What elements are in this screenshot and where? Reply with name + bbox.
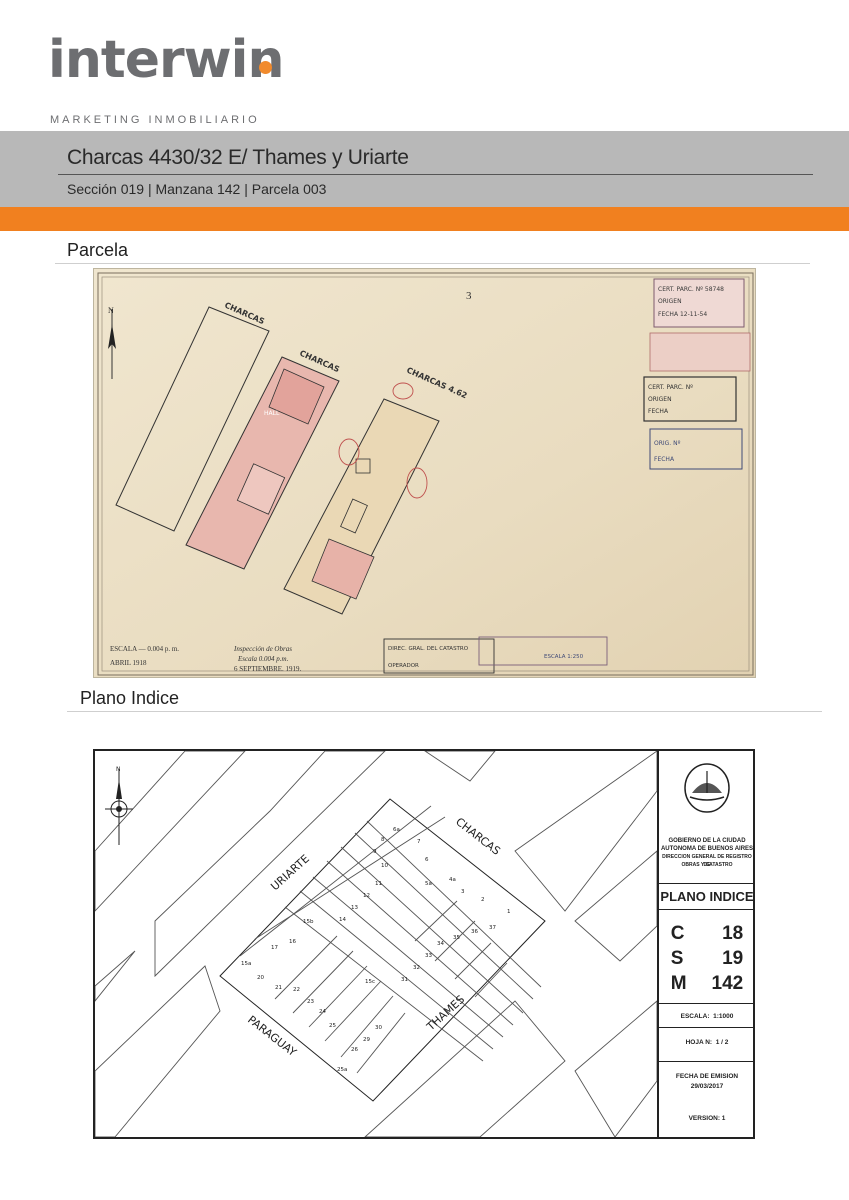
lot-label: 17	[271, 945, 278, 951]
lot-label: 1	[507, 909, 511, 915]
lot-label: 20	[257, 975, 264, 981]
lot-label: 2	[481, 897, 485, 903]
code-row: M 142	[670, 973, 744, 994]
lot-label: 10	[381, 863, 388, 869]
plan-inspection: Inspección de Obras	[233, 645, 292, 653]
divider	[659, 909, 755, 910]
header-divider	[58, 174, 813, 175]
version-label: VERSION: 1	[688, 1115, 726, 1122]
code-row: S 19	[670, 948, 744, 969]
hoja-row: HOJA N: 1 / 2	[685, 1039, 729, 1046]
section-divider	[55, 263, 810, 264]
lot-label: 26	[351, 1047, 358, 1053]
company-logo: interwin MARKETING INMOBILIARIO	[48, 30, 284, 126]
divider	[659, 1003, 755, 1004]
svg-text:ORIGEN: ORIGEN	[648, 396, 672, 403]
lot-label: 9	[373, 849, 377, 855]
plan-date: ABRIL 1918	[110, 659, 147, 667]
plan-title: PLANO INDICE	[660, 889, 754, 904]
lot-label: 14	[339, 917, 346, 923]
lot-label: 31	[401, 977, 408, 983]
svg-text:FECHA 12-11-54: FECHA 12-11-54	[658, 311, 707, 318]
divider	[659, 1061, 755, 1062]
parcel-plan-image: N CHARCAS CHARCAS CHARCAS 4.62 HALL 3 CE…	[93, 268, 756, 678]
section-title-parcela: Parcela	[67, 240, 129, 260]
property-cadastral: Sección 019 | Manzana 142 | Parcela 003	[67, 181, 327, 197]
lot-label: 15b	[303, 919, 314, 925]
lot-label: 33	[425, 953, 432, 959]
svg-text:ESCALA 1:250: ESCALA 1:250	[544, 654, 584, 660]
lot-label: 6a	[393, 827, 400, 833]
svg-text:FECHA: FECHA	[654, 456, 675, 463]
lot-label: 8	[381, 837, 385, 843]
escala-row: ESCALA: 1:1000	[680, 1013, 734, 1020]
lot-label: 21	[275, 985, 282, 991]
city-seal-icon	[659, 763, 755, 818]
lot-label: 15c	[365, 979, 375, 985]
lot-label: 29	[363, 1037, 370, 1043]
lot-label: 34	[437, 941, 444, 947]
gov-line-4: OBRAS Y CATASTRO	[681, 862, 733, 868]
logo-tagline: MARKETING INMOBILIARIO	[50, 114, 260, 126]
property-title: Charcas 4430/32 E/ Thames y Uriarte	[67, 146, 409, 169]
lot-label: 32	[413, 965, 420, 971]
svg-text:CERT. PARC. Nº 58748: CERT. PARC. Nº 58748	[658, 286, 724, 293]
lot-label: 24	[319, 1009, 326, 1015]
plan-scale: ESCALA — 0.004 p. m.	[110, 645, 179, 653]
lot-label: 4a	[449, 877, 456, 883]
section-divider	[67, 711, 822, 712]
lot-label: 36	[471, 929, 478, 935]
svg-text:OPERADOR: OPERADOR	[388, 663, 419, 669]
plano-indice-map: N URIARTE CHARCAS THAMES PARAGUAY 6a 7 8…	[93, 749, 755, 1139]
plan-inspection-scale: Escala 0.004 p.m.	[237, 655, 289, 663]
lot-label: 12	[363, 893, 370, 899]
north-label: N	[116, 766, 121, 773]
plan-inspection-date: 6 SEPTIEMBRE. 1919.	[234, 665, 302, 673]
fecha-value: 29/03/2017	[690, 1083, 724, 1090]
lot-label: 3	[461, 889, 465, 895]
plan-page-mark: 3	[466, 290, 472, 302]
lot-label: 5a	[425, 881, 432, 887]
lot-label: 22	[293, 987, 300, 993]
gov-line-1: GOBIERNO DE LA CIUDAD	[668, 838, 746, 844]
lot-label: 25a	[337, 1067, 347, 1073]
lot-label: 13	[351, 905, 358, 911]
lot-label: 6	[425, 857, 429, 863]
lot-label: 30	[375, 1025, 382, 1031]
svg-text:ORIG. Nº: ORIG. Nº	[654, 440, 681, 447]
divider	[659, 1027, 755, 1028]
cert-stamp-1: CERT. PARC. Nº 58748 ORIGEN FECHA 12-11-…	[653, 278, 745, 328]
lot-label: 16	[289, 939, 296, 945]
section-title-plano-indice: Plano Indice	[80, 688, 180, 708]
lot-label: 11	[375, 881, 382, 887]
logo-wordmark: interwin	[48, 30, 284, 90]
fecha-label: FECHA DE EMISION	[675, 1073, 739, 1080]
lot-label: 25	[329, 1023, 336, 1029]
accent-bar	[0, 207, 849, 231]
lot-label: 35	[453, 935, 460, 941]
lot-label: 15a	[241, 961, 251, 967]
svg-text:CERT. PARC. Nº: CERT. PARC. Nº	[648, 384, 693, 391]
svg-text:N: N	[108, 306, 114, 315]
plan-hall-label: HALL	[264, 410, 280, 417]
divider	[659, 883, 755, 884]
lot-label: 23	[307, 999, 314, 1005]
svg-text:FECHA: FECHA	[648, 408, 669, 415]
code-row: C 18	[670, 923, 744, 944]
plan-info-panel: GOBIERNO DE LA CIUDAD AUTONOMA DE BUENOS…	[657, 749, 755, 1139]
svg-text:ORIGEN: ORIGEN	[658, 298, 682, 305]
lot-label: 37	[489, 925, 496, 931]
lot-label: 7	[417, 839, 421, 845]
svg-text:DIREC. GRAL. DEL CATASTRO: DIREC. GRAL. DEL CATASTRO	[388, 646, 469, 652]
gov-line-2: AUTONOMA DE BUENOS AIRES	[660, 846, 754, 852]
logo-dot-icon	[259, 61, 272, 74]
